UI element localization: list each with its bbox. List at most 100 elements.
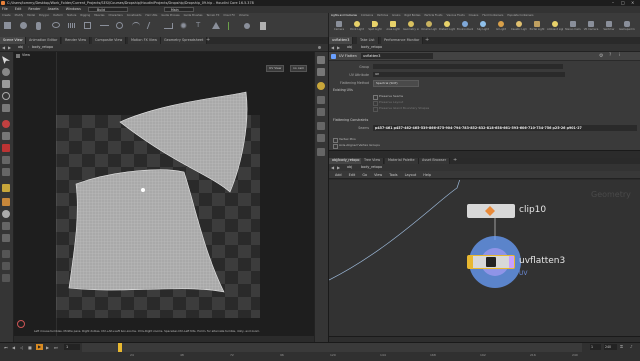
- vertical-splitter[interactable]: [328, 37, 329, 342]
- distant-light-tool[interactable]: Distant Light: [439, 20, 455, 32]
- forward-arrow-icon[interactable]: ▶: [337, 164, 340, 171]
- shelf-tab[interactable]: Particle Fluids: [424, 14, 442, 17]
- preserve-island-checkbox[interactable]: [373, 107, 378, 112]
- node-uvflatten3[interactable]: [467, 255, 515, 269]
- help-icon[interactable]: ?: [609, 53, 611, 59]
- points-icon[interactable]: [317, 96, 325, 104]
- environment-light-tool[interactable]: Environment Light: [457, 20, 473, 32]
- platonic-tool-icon[interactable]: [212, 22, 220, 29]
- sky-light-tool[interactable]: Sky Light: [475, 20, 491, 32]
- display-options-icon[interactable]: [2, 184, 10, 192]
- home-view-icon[interactable]: [317, 56, 325, 64]
- vr-camera-tool[interactable]: VR Camera: [583, 20, 599, 32]
- maximize-button[interactable]: □: [621, 1, 626, 5]
- tube-tool-icon[interactable]: [36, 22, 41, 30]
- grid-tool-icon[interactable]: [68, 23, 76, 28]
- add-tab-icon[interactable]: +: [206, 37, 210, 44]
- pose-tool-icon[interactable]: [2, 120, 10, 128]
- shelf-tab[interactable]: Deform: [53, 14, 63, 17]
- grid-icon[interactable]: [317, 122, 325, 130]
- ghost-icon[interactable]: [2, 210, 10, 218]
- magnet-icon[interactable]: [2, 144, 10, 152]
- gamepad-camera-tool[interactable]: Gamepad Camera: [619, 20, 635, 32]
- info-icon[interactable]: i: [619, 53, 620, 59]
- shelf-tab[interactable]: Rigging: [80, 14, 90, 17]
- shelf-tab[interactable]: Constraints: [127, 14, 142, 17]
- template-icon[interactable]: [2, 198, 10, 206]
- select-tool-icon[interactable]: [2, 56, 10, 64]
- preserve-seams-checkbox[interactable]: [373, 95, 378, 100]
- scale-tool-icon[interactable]: [2, 104, 10, 112]
- tab-uvflatten3[interactable]: uvflatten3: [329, 37, 354, 44]
- null-tool-icon[interactable]: [84, 22, 91, 29]
- tab-render-view[interactable]: Render View: [62, 37, 91, 44]
- point-light-tool[interactable]: Point Light: [349, 20, 365, 32]
- shelf-tab[interactable]: Guide Brushes: [184, 14, 203, 17]
- area-light-tool[interactable]: Area Light: [385, 20, 401, 32]
- shelf-tab[interactable]: Volume: [239, 14, 249, 17]
- desktop-selector[interactable]: Build: [88, 7, 128, 12]
- tab-performance-monitor[interactable]: Performance Monitor: [381, 37, 424, 44]
- minimize-button[interactable]: –: [612, 1, 617, 5]
- path-body-retopo[interactable]: body_retopo: [361, 44, 382, 51]
- curve-tool-icon[interactable]: [132, 22, 140, 30]
- end-frame-field[interactable]: 240: [604, 344, 617, 350]
- tab-animation-editor[interactable]: Animation Editor: [26, 37, 62, 44]
- cage-icon[interactable]: [317, 134, 325, 142]
- flattening-constraints-section[interactable]: Flattening Constraints: [333, 118, 368, 122]
- preserve-layout-checkbox[interactable]: [373, 101, 378, 106]
- node-name-field[interactable]: uvflatten3: [361, 53, 433, 59]
- play-icon[interactable]: ▶: [36, 344, 43, 350]
- shelf-tab[interactable]: Cloud FX: [223, 14, 235, 17]
- audio-icon[interactable]: ♪: [630, 344, 633, 349]
- lighting-icon[interactable]: [317, 82, 325, 90]
- path-obj[interactable]: obj: [18, 44, 23, 51]
- uv-icon[interactable]: [2, 250, 10, 258]
- shelf-tab[interactable]: Muscles: [94, 14, 104, 17]
- shelf-tab[interactable]: Fluid Containers: [482, 14, 503, 17]
- view-tool-icon[interactable]: [2, 132, 10, 140]
- back-arrow-icon[interactable]: ◀: [331, 44, 334, 51]
- shelf-tab[interactable]: Characters: [109, 14, 123, 17]
- spot-light-tool[interactable]: Spot Light: [367, 20, 383, 32]
- shelf-tab[interactable]: Guide Process: [161, 14, 179, 17]
- shelf-tab[interactable]: Terrain FX: [207, 14, 220, 17]
- viewport[interactable]: View UV View no cam Left mouse tumbles. …: [14, 52, 314, 336]
- forward-arrow-icon[interactable]: ▶: [337, 44, 340, 51]
- ambient-light-tool[interactable]: Ambient Light: [547, 20, 563, 32]
- shelf-tab[interactable]: Particles: [377, 14, 388, 17]
- torus-tool-icon[interactable]: [52, 22, 60, 28]
- ortho-icon[interactable]: [2, 222, 10, 230]
- tab-composite-view[interactable]: Composite View: [92, 37, 127, 44]
- axis-aligned-checkbox[interactable]: [333, 144, 338, 149]
- shelf-tab[interactable]: Modify: [15, 14, 24, 17]
- shelf-tab[interactable]: Collisions: [361, 14, 373, 17]
- horizontal-splitter[interactable]: [329, 150, 640, 158]
- shelf-tab[interactable]: Hair Utils: [146, 14, 158, 17]
- rotate-tool-icon[interactable]: [2, 92, 10, 100]
- spray-paint-tool-icon[interactable]: [180, 22, 187, 29]
- volume-light-tool[interactable]: Volume Light: [421, 20, 437, 32]
- sphere-tool-icon[interactable]: [20, 22, 27, 29]
- shelf-tab[interactable]: Texture: [67, 14, 77, 17]
- path-tool-icon[interactable]: [164, 23, 173, 29]
- portal-light-tool[interactable]: Portal Light: [529, 20, 545, 32]
- gear-icon[interactable]: ⚙: [599, 53, 603, 59]
- add-tab-icon[interactable]: +: [453, 157, 457, 164]
- network-editor[interactable]: Geometry clip10 uvflatten3 UV: [329, 180, 640, 336]
- tab-scene-view[interactable]: Scene View: [0, 37, 27, 44]
- frame-icon[interactable]: [317, 68, 325, 76]
- tab-geometry-spreadsheet[interactable]: Geometry Spreadsheet: [161, 37, 208, 44]
- backface-icon[interactable]: [2, 234, 10, 242]
- tab-motion-fx-view[interactable]: Motion FX View: [128, 37, 161, 44]
- vertex-pins-checkbox[interactable]: [333, 138, 338, 143]
- move-tool-icon[interactable]: [2, 80, 10, 88]
- goto-end-icon[interactable]: ⏭: [54, 345, 58, 350]
- menu-render[interactable]: Render: [28, 7, 40, 11]
- play-reverse-icon[interactable]: ◁: [20, 345, 23, 350]
- network-menu-add[interactable]: Add: [335, 173, 342, 177]
- network-menu-go[interactable]: Go: [362, 173, 367, 177]
- pin-icon[interactable]: [318, 46, 321, 49]
- network-menu-layout[interactable]: Layout: [405, 173, 417, 177]
- path-body-retopo[interactable]: body_retopo: [361, 164, 382, 171]
